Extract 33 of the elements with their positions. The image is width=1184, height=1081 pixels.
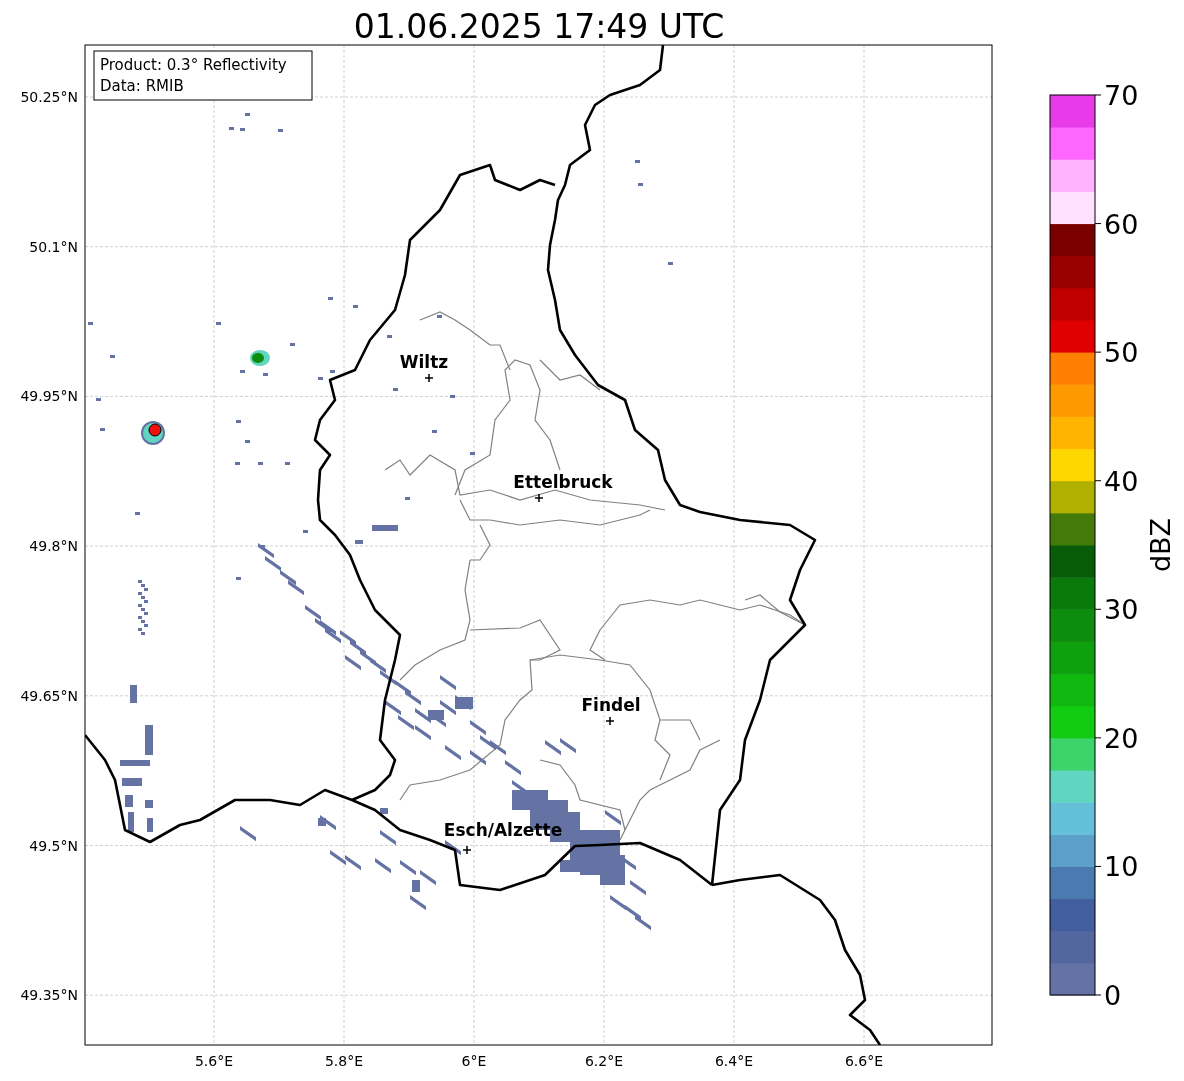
city-label: Findel (581, 695, 641, 715)
colorbar-tick-label: 0 (1104, 980, 1122, 1011)
longitude-label: 5.8°E (324, 1053, 364, 1069)
city-marker-icon (605, 716, 615, 726)
latitude-label: 49.8°N (29, 538, 78, 555)
latitude-label: 49.35°N (20, 987, 78, 1004)
info-text: Data: RMIB (100, 77, 184, 95)
latitude-label: 49.65°N (20, 687, 78, 704)
city-label: Ettelbruck (513, 472, 613, 492)
latitude-label: 49.95°N (20, 388, 78, 405)
chart-title: 01.06.2025 17:49 UTC (353, 7, 725, 46)
colorbar-tick-label: 70 (1104, 80, 1139, 111)
colorbar-tick-label: 30 (1104, 594, 1139, 626)
colorbar-label: dBZ (1145, 517, 1176, 573)
longitude-label: 5.6°E (194, 1053, 234, 1069)
city-marker-icon (424, 373, 434, 383)
colorbar-tick-label: 20 (1104, 722, 1139, 754)
colorbar-tick-label: 50 (1104, 337, 1139, 369)
city-label: Wiltz (399, 352, 449, 372)
latitude-label: 50.25°N (20, 89, 78, 105)
city-marker-icon (534, 493, 544, 503)
colorbar-tick-label: 10 (1104, 851, 1139, 883)
longitude-label: 6.4°E (714, 1053, 754, 1069)
longitude-label: 6.2°E (584, 1053, 624, 1069)
city-marker-icon (462, 845, 472, 855)
latitude-label: 49.5°N (29, 837, 78, 854)
longitude-label: 6.6°E (844, 1053, 884, 1069)
colorbar-tick-label: 60 (1104, 208, 1139, 240)
info-text: Product: 0.3° Reflectivity (100, 56, 287, 74)
colorbar-tick-label: 40 (1104, 465, 1139, 497)
longitude-label: 6°E (461, 1053, 487, 1069)
latitude-label: 50.1°N (29, 238, 78, 255)
radar-site-icon (148, 423, 162, 437)
